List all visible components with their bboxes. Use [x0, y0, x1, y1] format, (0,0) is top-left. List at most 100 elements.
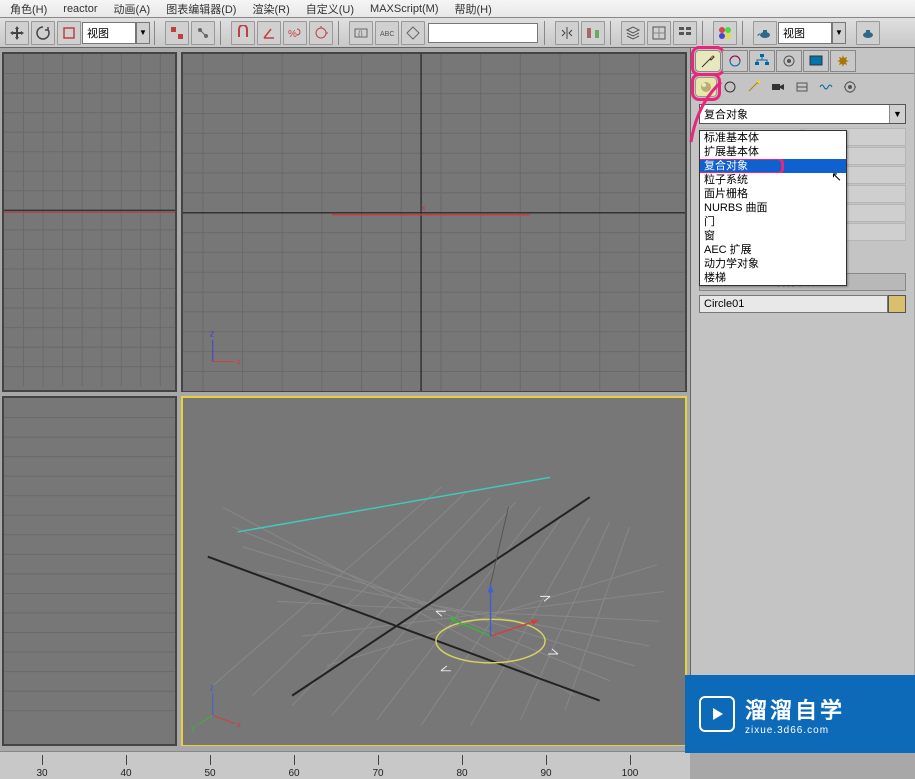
- watermark-url: zixue.3d66.com: [745, 725, 845, 736]
- viewport-perspective[interactable]: 透视: [181, 396, 687, 746]
- create-subcategories: [691, 74, 914, 100]
- layers-tool[interactable]: [621, 21, 645, 45]
- systems-category[interactable]: [839, 77, 861, 97]
- motion-tab[interactable]: [776, 50, 802, 72]
- menu-grapheditor[interactable]: 图表编辑器(D): [158, 0, 244, 18]
- geometry-category[interactable]: [695, 77, 717, 97]
- spinner-snap[interactable]: [309, 21, 333, 45]
- pivot-tool[interactable]: [165, 21, 189, 45]
- toolbar-divider: [742, 21, 748, 45]
- modify-tab[interactable]: [722, 50, 748, 72]
- material-editor-tool[interactable]: [713, 21, 737, 45]
- command-panel-tabs: [691, 48, 914, 74]
- helpers-category[interactable]: [791, 77, 813, 97]
- dropdown-item[interactable]: NURBS 曲面: [700, 201, 846, 215]
- coord-dropdown-arrow[interactable]: ▼: [136, 22, 150, 44]
- watermark-play-icon: [699, 696, 735, 732]
- dropdown-item[interactable]: AEC 扩展: [700, 243, 846, 257]
- named-selection-field[interactable]: [428, 23, 538, 43]
- dropdown-value: 复合对象: [700, 106, 889, 122]
- toolbar-divider: [220, 21, 226, 45]
- rotate-tool[interactable]: [31, 21, 55, 45]
- toolbar-divider: [338, 21, 344, 45]
- align-tool[interactable]: [581, 21, 605, 45]
- svg-text:{}: {}: [358, 31, 363, 38]
- spacewarps-category[interactable]: [815, 77, 837, 97]
- svg-text:z: z: [210, 683, 215, 693]
- named-sel-set[interactable]: {}: [349, 21, 373, 45]
- svg-text:%: %: [288, 29, 297, 40]
- render-view-dropdown[interactable]: 视图: [778, 22, 832, 44]
- schematic-view-tool[interactable]: [673, 21, 697, 45]
- cameras-category[interactable]: [767, 77, 789, 97]
- coord-system-dropdown[interactable]: 视图: [82, 22, 136, 44]
- utilities-tab[interactable]: [830, 50, 856, 72]
- lights-category[interactable]: [743, 77, 765, 97]
- keyframe-tool[interactable]: [401, 21, 425, 45]
- select-link-tool[interactable]: [191, 21, 215, 45]
- move-tool[interactable]: [5, 21, 29, 45]
- object-color-swatch[interactable]: [888, 295, 906, 313]
- svg-text:x: x: [237, 719, 242, 729]
- ruler-label: 100: [622, 768, 639, 779]
- svg-text:z: z: [210, 329, 215, 339]
- quick-render-tool[interactable]: [856, 21, 880, 45]
- ruler-label: 90: [540, 768, 551, 779]
- curve-editor-tool[interactable]: [647, 21, 671, 45]
- command-panel: 复合对象 ▼ 标准基本体 扩展基本体 复合对象 粒子系统 面片栅格 NURBS …: [690, 48, 914, 748]
- snap-toggle[interactable]: [231, 21, 255, 45]
- dropdown-item[interactable]: 扩展基本体: [700, 145, 846, 159]
- menu-bar: 角色(H) reactor 动画(A) 图表编辑器(D) 渲染(R) 自定义(U…: [0, 0, 915, 18]
- dropdown-item[interactable]: 标准基本体: [700, 131, 846, 145]
- mirror-tool[interactable]: [555, 21, 579, 45]
- timeline-ruler[interactable]: 30 40 50 60 70 80 90 100: [0, 751, 690, 779]
- viewport-top-left[interactable]: [2, 52, 177, 392]
- ruler-label: 80: [456, 768, 467, 779]
- dropdown-item[interactable]: 楼梯: [700, 271, 846, 285]
- dropdown-item[interactable]: 面片栅格: [700, 187, 846, 201]
- render-scene-tool[interactable]: [753, 21, 777, 45]
- viewport-grid: [4, 54, 175, 386]
- menu-customize[interactable]: 自定义(U): [298, 0, 362, 18]
- ruler-label: 50: [204, 768, 215, 779]
- dropdown-item-selected[interactable]: 复合对象: [700, 159, 846, 173]
- viewport-bottom-left[interactable]: [2, 396, 177, 746]
- viewport-front[interactable]: 前 x x z: [181, 52, 687, 392]
- menu-render[interactable]: 渲染(R): [244, 0, 297, 18]
- menu-reactor[interactable]: reactor: [55, 2, 105, 16]
- dropdown-arrow-icon[interactable]: ▼: [889, 105, 905, 123]
- ruler-label: 70: [372, 768, 383, 779]
- object-type-dropdown-list: 标准基本体 扩展基本体 复合对象 粒子系统 面片栅格 NURBS 曲面 门 窗 …: [699, 130, 847, 286]
- dropdown-item[interactable]: 门: [700, 215, 846, 229]
- menu-role[interactable]: 角色(H): [2, 0, 55, 18]
- viewport-container: 前 x x z: [0, 48, 690, 748]
- watermark-title: 溜溜自学: [745, 693, 845, 725]
- scale-tool[interactable]: [57, 21, 81, 45]
- abc-tool[interactable]: ABC: [375, 21, 399, 45]
- object-type-dropdown[interactable]: 复合对象 ▼: [699, 104, 906, 124]
- create-tab[interactable]: [695, 50, 721, 72]
- toolbar-divider: [154, 21, 160, 45]
- dropdown-item[interactable]: 粒子系统: [700, 173, 846, 187]
- viewport-grid: [4, 398, 175, 740]
- menu-animation[interactable]: 动画(A): [106, 0, 159, 18]
- shapes-category[interactable]: [719, 77, 741, 97]
- object-name-input[interactable]: [699, 295, 888, 313]
- dropdown-item[interactable]: 窗: [700, 229, 846, 243]
- percent-snap[interactable]: %: [283, 21, 307, 45]
- render-dropdown-arrow[interactable]: ▼: [832, 22, 846, 44]
- hierarchy-tab[interactable]: [749, 50, 775, 72]
- watermark-banner: 溜溜自学 zixue.3d66.com: [685, 675, 915, 753]
- menu-help[interactable]: 帮助(H): [447, 0, 500, 18]
- menu-maxscript[interactable]: MAXScript(M): [362, 2, 446, 16]
- viewport-grid: x x z: [183, 54, 685, 391]
- svg-text:x: x: [421, 203, 426, 213]
- svg-text:ABC: ABC: [380, 31, 394, 38]
- angle-snap[interactable]: [257, 21, 281, 45]
- svg-text:x: x: [237, 357, 242, 367]
- dropdown-item[interactable]: 动力学对象: [700, 257, 846, 271]
- toolbar-divider: [702, 21, 708, 45]
- ruler-label: 40: [120, 768, 131, 779]
- toolbar-divider: [610, 21, 616, 45]
- display-tab[interactable]: [803, 50, 829, 72]
